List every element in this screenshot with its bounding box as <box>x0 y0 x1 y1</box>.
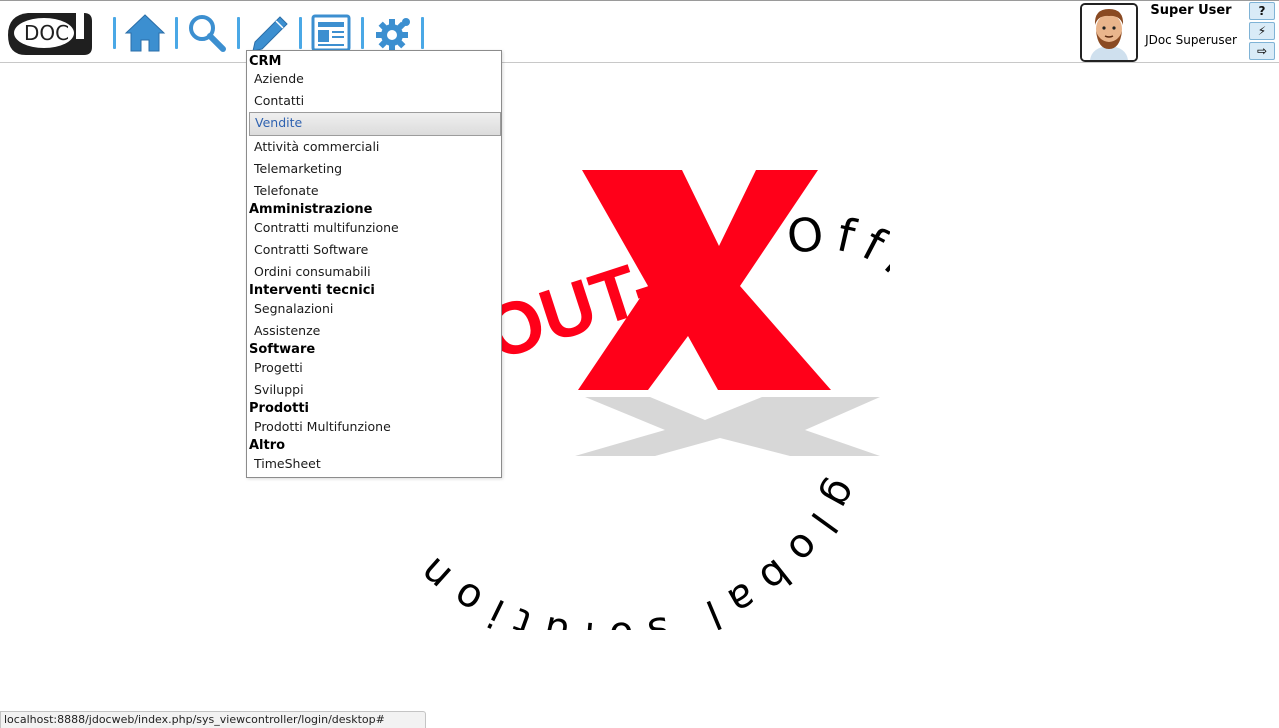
menu-item-vendite[interactable]: Vendite <box>249 112 501 136</box>
status-bar-url: localhost:8888/jdocweb/index.php/sys_vie… <box>0 711 426 728</box>
nav-separator <box>299 17 302 49</box>
menu-item-contatti[interactable]: Contatti <box>249 90 501 112</box>
nav-separator <box>361 17 364 49</box>
menu-section-software: Software <box>249 342 316 357</box>
menu-item-segnalazioni[interactable]: Segnalazioni <box>249 298 501 320</box>
logo-text: DOC <box>24 21 69 45</box>
logo-tagline-text: global solution <box>401 472 866 630</box>
menu-item-telemarketing[interactable]: Telemarketing <box>249 158 501 180</box>
menu-section-prodotti: Prodotti <box>249 401 309 416</box>
menu-item-assistenze[interactable]: Assistenze <box>249 320 501 342</box>
nav-separator <box>237 17 240 49</box>
menu-item-sviluppi[interactable]: Sviluppi <box>249 379 501 401</box>
gear-icon[interactable] <box>372 13 414 53</box>
menu-item-aziende[interactable]: Aziende <box>249 68 501 90</box>
search-icon[interactable] <box>186 13 228 53</box>
menu-item-contratti-multifunzione[interactable]: Contratti multifunzione <box>249 217 501 239</box>
menu-item-contratti-software[interactable]: Contratti Software <box>249 239 501 261</box>
nav-separator <box>113 17 116 49</box>
menu-section-interventi-tecnici: Interventi tecnici <box>249 283 375 298</box>
menu-section-amministrazione: Amministrazione <box>249 202 373 217</box>
home-icon[interactable] <box>124 13 166 53</box>
avatar-illustration <box>1082 5 1136 60</box>
menu-section-altro: Altro <box>249 438 286 453</box>
navigation-dropdown-menu: CRM Aziende Contatti Vendite Attività co… <box>246 50 502 478</box>
menu-item-timesheet[interactable]: TimeSheet <box>249 453 501 475</box>
document-icon[interactable] <box>310 13 352 53</box>
user-name: Super User <box>1150 3 1232 18</box>
logo-x-shadow <box>575 397 880 456</box>
menu-item-attivita-commerciali[interactable]: Attività commerciali <box>249 136 501 158</box>
logout-button[interactable]: ⇨ <box>1249 42 1275 60</box>
menu-item-prodotti-multifunzione[interactable]: Prodotti Multifunzione <box>249 416 501 438</box>
user-avatar[interactable] <box>1080 3 1138 62</box>
nav-separator <box>421 17 424 49</box>
help-button[interactable]: ? <box>1249 2 1275 20</box>
logo-office-text: Office <box>784 205 890 349</box>
pencil-icon[interactable] <box>248 13 290 53</box>
menu-item-progetti[interactable]: Progetti <box>249 357 501 379</box>
top-bar: DOC Super User JDoc Superuser ? ⚡ ⇨ <box>0 0 1279 63</box>
user-role: JDoc Superuser <box>1145 33 1237 47</box>
menu-item-ordini-consumabili[interactable]: Ordini consumabili <box>249 261 501 283</box>
menu-item-telefonate[interactable]: Telefonate <box>249 180 501 202</box>
nav-separator <box>175 17 178 49</box>
lightning-button[interactable]: ⚡ <box>1249 22 1275 40</box>
app-logo[interactable]: DOC <box>4 7 96 59</box>
